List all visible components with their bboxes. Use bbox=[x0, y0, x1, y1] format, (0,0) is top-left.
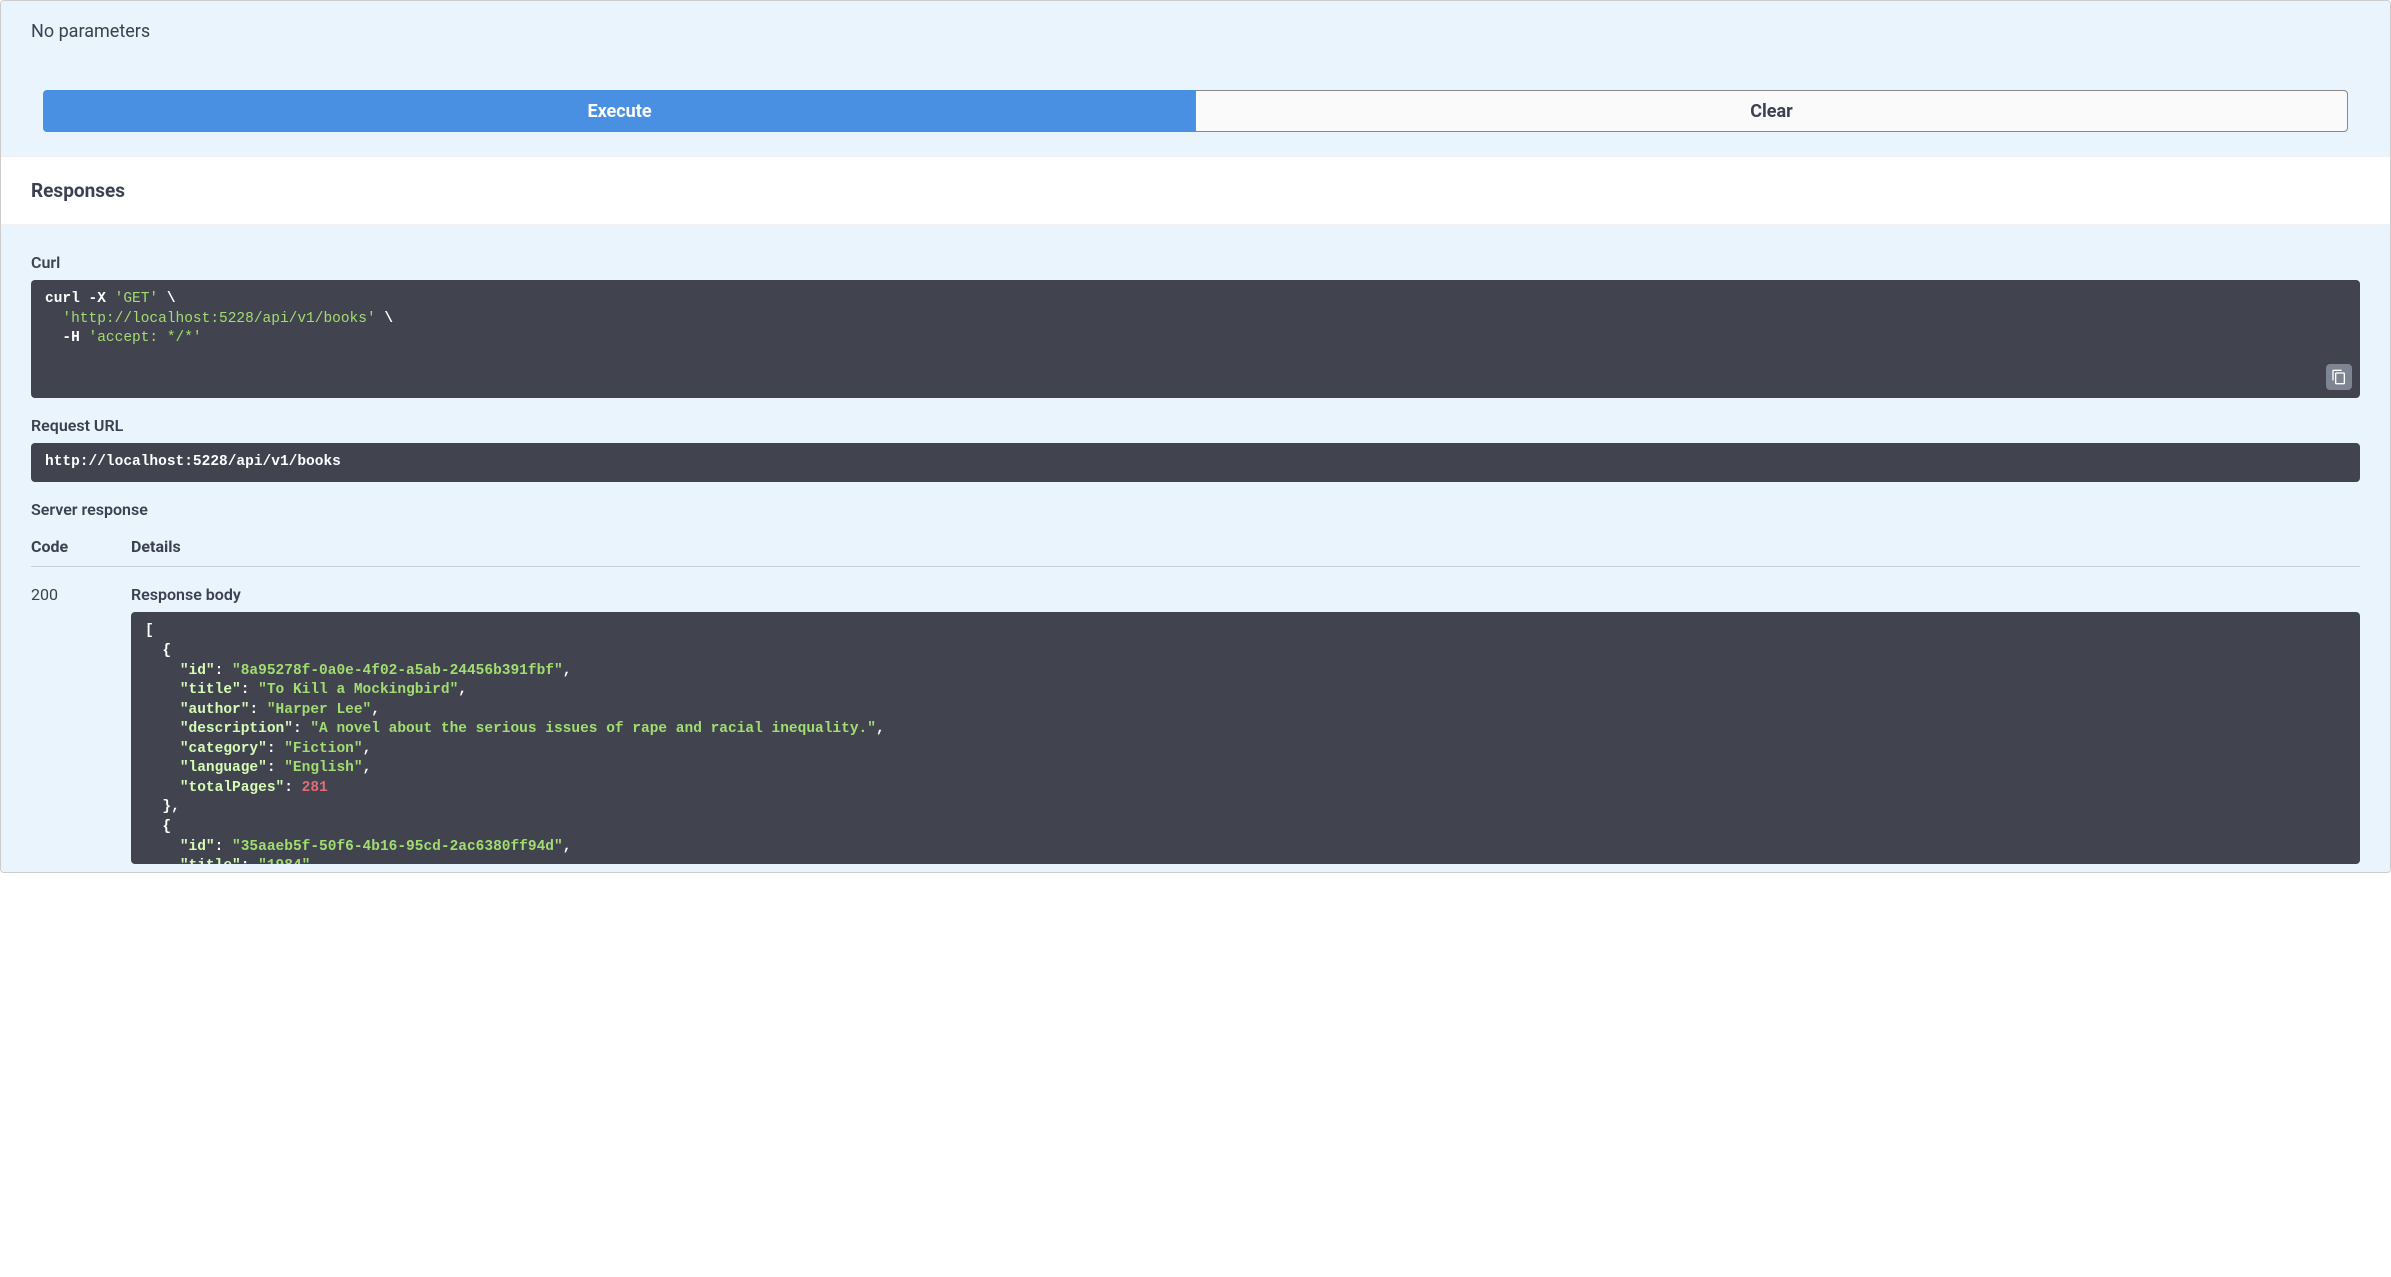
endpoint-panel: No parameters Execute Clear Responses Cu… bbox=[0, 0, 2391, 873]
curl-codeblock[interactable]: curl -X 'GET' \ 'http://localhost:5228/a… bbox=[31, 280, 2360, 398]
response-body-label: Response body bbox=[131, 585, 2360, 604]
col-code-header: Code bbox=[31, 537, 131, 556]
parameters-section: No parameters Execute Clear bbox=[1, 1, 2390, 156]
request-url-label: Request URL bbox=[31, 416, 2360, 435]
no-parameters-label: No parameters bbox=[31, 21, 2360, 42]
clipboard-icon bbox=[2331, 369, 2347, 385]
response-details-cell: Response body [ { "id": "8a95278f-0a0e-4… bbox=[131, 585, 2360, 864]
request-url-value: http://localhost:5228/api/v1/books bbox=[45, 454, 341, 470]
execute-button[interactable]: Execute bbox=[43, 90, 1195, 132]
col-details-header: Details bbox=[131, 537, 2360, 556]
responses-section: Curl curl -X 'GET' \ 'http://localhost:5… bbox=[1, 225, 2390, 872]
curl-label: Curl bbox=[31, 253, 2360, 272]
request-url-codeblock[interactable]: http://localhost:5228/api/v1/books bbox=[31, 443, 2360, 483]
responses-header: Responses bbox=[1, 156, 2390, 225]
status-code: 200 bbox=[31, 585, 131, 864]
server-response-label: Server response bbox=[31, 500, 2360, 519]
response-table: Code Details 200 Response body [ { "id":… bbox=[31, 537, 2360, 864]
copy-curl-button[interactable] bbox=[2326, 364, 2352, 390]
table-row: 200 Response body [ { "id": "8a95278f-0a… bbox=[31, 585, 2360, 864]
action-button-row: Execute Clear bbox=[31, 90, 2360, 132]
responses-title: Responses bbox=[31, 179, 2360, 202]
response-header-row: Code Details bbox=[31, 537, 2360, 567]
response-body-codeblock[interactable]: [ { "id": "8a95278f-0a0e-4f02-a5ab-24456… bbox=[131, 612, 2360, 864]
clear-button[interactable]: Clear bbox=[1195, 90, 2348, 132]
